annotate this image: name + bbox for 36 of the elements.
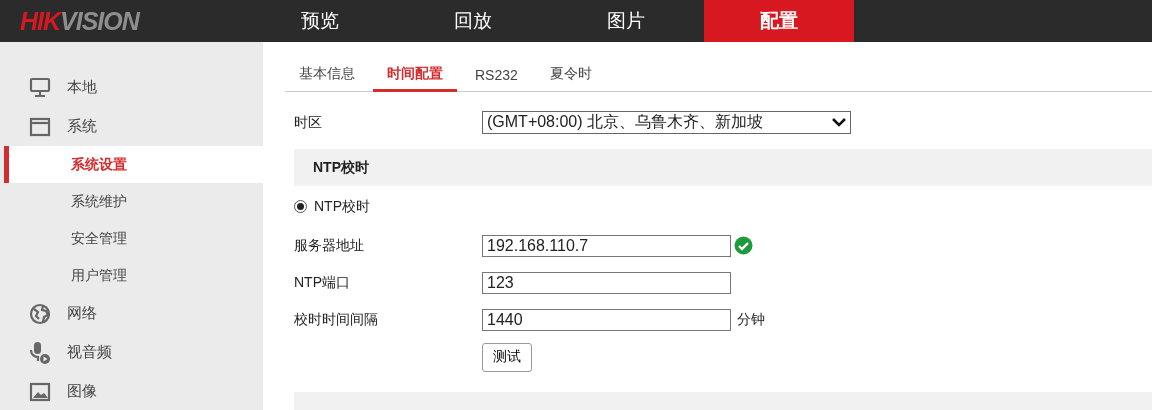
input-field[interactable]: 1440	[482, 308, 731, 331]
sidebar-subitem[interactable]: 系统设置	[4, 146, 263, 183]
sidebar-item[interactable]: 图像	[0, 372, 263, 410]
nav-tab[interactable]: 回放	[398, 0, 548, 42]
test-button[interactable]: 测试	[482, 342, 532, 372]
input-field[interactable]: 123	[482, 271, 731, 294]
nav-tab[interactable]: 图片	[551, 0, 701, 42]
logo: HIKVISION	[19, 6, 141, 36]
radio-label: NTP校时	[314, 197, 370, 216]
sidebar-item[interactable]: 本地	[0, 68, 263, 107]
sidebar-item[interactable]: 网络	[0, 294, 263, 333]
monitor-icon	[29, 77, 51, 98]
timezone-select[interactable]: (GMT+08:00) 北京、乌鲁木齐、新加坡	[482, 111, 851, 134]
tab[interactable]: 时间配置	[373, 65, 457, 92]
window-icon	[29, 116, 51, 137]
tab[interactable]: RS232	[461, 67, 532, 92]
nav-tab[interactable]: 预览	[245, 0, 395, 42]
sidebar-item[interactable]: 视音频	[0, 333, 263, 372]
field-label: 服务器地址	[294, 236, 365, 255]
sidebar-subitem[interactable]: 用户管理	[4, 257, 263, 294]
sidebar-subitem[interactable]: 系统维护	[4, 183, 263, 220]
field-label: 时区	[294, 113, 323, 132]
image-icon	[29, 381, 51, 402]
sidebar-subitem[interactable]: 安全管理	[4, 220, 263, 257]
nav-tab[interactable]: 配置	[704, 0, 854, 42]
field-label: 校时时间间隔	[294, 310, 379, 329]
tab[interactable]: 基本信息	[285, 65, 369, 92]
globe-icon	[29, 302, 51, 325]
section-title: NTP校时	[313, 158, 369, 177]
unit-label: 分钟	[737, 310, 765, 329]
tab[interactable]: 夏令时	[535, 65, 606, 92]
field-label: NTP端口	[294, 273, 351, 292]
input-field[interactable]: 192.168.110.7	[482, 234, 731, 257]
sidebar-item[interactable]: 系统	[0, 107, 263, 146]
chevron-down-icon	[832, 118, 846, 127]
microphone-play-icon	[29, 340, 51, 365]
